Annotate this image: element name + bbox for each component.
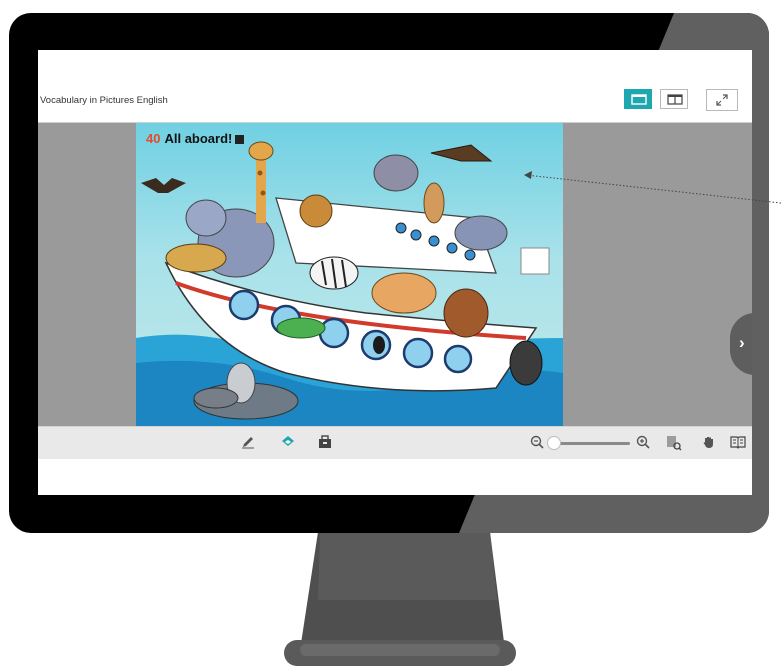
ark-animals-illustration: [136, 141, 563, 426]
zoom-in-icon[interactable]: [636, 435, 650, 449]
hand-icon[interactable]: [702, 435, 716, 449]
screen: Vocabulary in Pictures English 40 All ab…: [38, 50, 752, 495]
bottom-toolbar: [38, 426, 752, 459]
page-heading: 40 All aboard!: [146, 131, 245, 146]
two-page-icon: [667, 94, 683, 105]
page-number: 40: [146, 131, 161, 146]
toolbox-icon[interactable]: [318, 435, 332, 449]
zoom-slider-handle[interactable]: [547, 436, 562, 450]
screen-footer: [38, 459, 752, 495]
zoom-out-icon[interactable]: [530, 435, 544, 449]
single-page-view-button[interactable]: [624, 89, 652, 109]
fullscreen-button[interactable]: [706, 89, 738, 111]
two-page-view-button[interactable]: [660, 89, 688, 109]
book-icon[interactable]: [730, 435, 746, 449]
app-header: Vocabulary in Pictures English: [38, 82, 752, 123]
expand-icon: [716, 94, 728, 106]
checkbox-icon[interactable]: [235, 135, 245, 145]
book-page-illustration[interactable]: 40 All aboard!: [136, 123, 563, 426]
next-page-button[interactable]: ›: [730, 313, 752, 375]
book-viewer[interactable]: 40 All aboard! ›: [38, 123, 752, 426]
chevron-right-icon: ›: [739, 333, 745, 352]
app-title: Vocabulary in Pictures English: [40, 95, 168, 106]
pen-icon[interactable]: [241, 435, 255, 449]
single-page-icon: [631, 94, 647, 105]
page-heading-text: All aboard!: [164, 131, 233, 146]
layers-icon[interactable]: [281, 435, 295, 449]
thumbnail-search-icon[interactable]: [666, 435, 682, 451]
